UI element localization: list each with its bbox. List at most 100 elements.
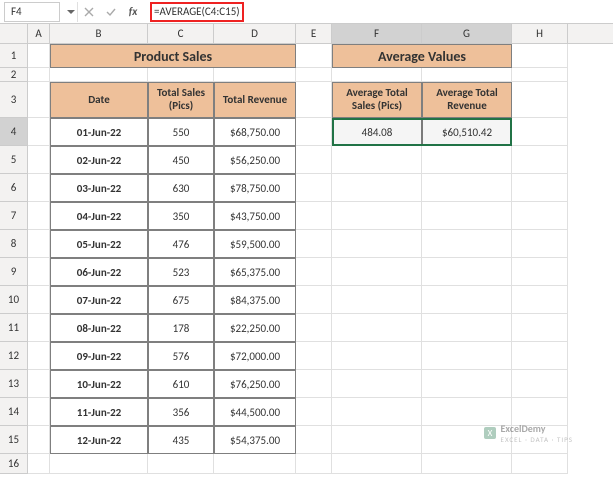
cell[interactable]	[148, 68, 214, 82]
cell[interactable]	[28, 118, 50, 146]
date-cell[interactable]: 09-Jun-22	[50, 342, 148, 370]
col-header-d[interactable]: D	[214, 24, 296, 43]
cell[interactable]	[422, 286, 512, 314]
cell[interactable]	[28, 202, 50, 230]
cell[interactable]	[512, 230, 568, 258]
avg-sales-value[interactable]: 484.08	[332, 118, 422, 146]
cell[interactable]	[332, 68, 422, 82]
row-header[interactable]: 15	[0, 426, 28, 454]
sales-cell[interactable]: 576	[148, 342, 214, 370]
revenue-cell[interactable]: $44,500.00	[214, 398, 296, 426]
header-revenue[interactable]: Total Revenue	[214, 82, 296, 118]
formula-input[interactable]: =AVERAGE(C4:C15)	[144, 2, 613, 22]
col-header-c[interactable]: C	[148, 24, 214, 43]
sales-cell[interactable]: 350	[148, 202, 214, 230]
date-cell[interactable]: 11-Jun-22	[50, 398, 148, 426]
cell[interactable]	[512, 82, 568, 118]
cell[interactable]	[422, 342, 512, 370]
title-product-sales[interactable]: Product Sales	[50, 44, 296, 68]
header-sales[interactable]: Total Sales (Pics)	[148, 82, 214, 118]
cell[interactable]	[422, 370, 512, 398]
date-cell[interactable]: 05-Jun-22	[50, 230, 148, 258]
revenue-cell[interactable]: $43,750.00	[214, 202, 296, 230]
cell[interactable]	[28, 68, 50, 82]
cell[interactable]	[28, 146, 50, 174]
cell[interactable]	[332, 258, 422, 286]
cell[interactable]	[512, 68, 568, 82]
row-header[interactable]: 11	[0, 314, 28, 342]
cancel-icon[interactable]	[78, 2, 100, 22]
revenue-cell[interactable]: $84,375.00	[214, 286, 296, 314]
row-header[interactable]: 10	[0, 286, 28, 314]
cell[interactable]	[512, 174, 568, 202]
row-header[interactable]: 12	[0, 342, 28, 370]
cell[interactable]	[296, 286, 332, 314]
cell[interactable]	[296, 82, 332, 118]
row-header[interactable]: 4	[0, 118, 28, 146]
cell[interactable]	[296, 202, 332, 230]
sales-cell[interactable]: 675	[148, 286, 214, 314]
cell[interactable]	[512, 370, 568, 398]
cell[interactable]	[296, 398, 332, 426]
cell[interactable]	[332, 398, 422, 426]
date-cell[interactable]: 03-Jun-22	[50, 174, 148, 202]
revenue-cell[interactable]: $78,750.00	[214, 174, 296, 202]
cell[interactable]	[296, 370, 332, 398]
cell[interactable]	[332, 286, 422, 314]
cell[interactable]	[512, 342, 568, 370]
cell[interactable]	[28, 44, 50, 68]
cell[interactable]	[332, 454, 422, 474]
cell[interactable]	[332, 370, 422, 398]
col-header-f[interactable]: F	[332, 24, 422, 43]
row-header[interactable]: 13	[0, 370, 28, 398]
revenue-cell[interactable]: $76,250.00	[214, 370, 296, 398]
select-all-corner[interactable]	[0, 24, 28, 43]
sales-cell[interactable]: 610	[148, 370, 214, 398]
cell[interactable]	[28, 426, 50, 454]
cell[interactable]	[332, 202, 422, 230]
revenue-cell[interactable]: $68,750.00	[214, 118, 296, 146]
row-header[interactable]: 1	[0, 44, 28, 68]
cell[interactable]	[28, 258, 50, 286]
revenue-cell[interactable]: $59,500.00	[214, 230, 296, 258]
revenue-cell[interactable]: $72,000.00	[214, 342, 296, 370]
cell[interactable]	[512, 286, 568, 314]
row-header[interactable]: 3	[0, 82, 28, 118]
row-header[interactable]: 5	[0, 146, 28, 174]
col-header-g[interactable]: G	[422, 24, 512, 43]
cell[interactable]	[28, 174, 50, 202]
col-header-e[interactable]: E	[296, 24, 332, 43]
cell[interactable]	[332, 146, 422, 174]
date-cell[interactable]: 06-Jun-22	[50, 258, 148, 286]
cell[interactable]	[422, 314, 512, 342]
cell[interactable]	[296, 342, 332, 370]
sales-cell[interactable]: 435	[148, 426, 214, 454]
name-box[interactable]: F4	[4, 2, 60, 22]
cell[interactable]	[296, 118, 332, 146]
cell[interactable]	[50, 68, 148, 82]
cell[interactable]	[332, 230, 422, 258]
revenue-cell[interactable]: $22,250.00	[214, 314, 296, 342]
header-date[interactable]: Date	[50, 82, 148, 118]
date-cell[interactable]: 02-Jun-22	[50, 146, 148, 174]
col-header-b[interactable]: B	[50, 24, 148, 43]
sales-cell[interactable]: 476	[148, 230, 214, 258]
revenue-cell[interactable]: $56,250.00	[214, 146, 296, 174]
sales-cell[interactable]: 550	[148, 118, 214, 146]
cell[interactable]	[512, 44, 568, 68]
cell[interactable]	[214, 68, 296, 82]
cell[interactable]	[296, 314, 332, 342]
cell[interactable]	[422, 258, 512, 286]
cell[interactable]	[512, 258, 568, 286]
cell[interactable]	[422, 68, 512, 82]
cell[interactable]	[28, 230, 50, 258]
sales-cell[interactable]: 630	[148, 174, 214, 202]
cell[interactable]	[296, 174, 332, 202]
header-avg-revenue[interactable]: Average Total Revenue	[422, 82, 512, 118]
row-header[interactable]: 14	[0, 398, 28, 426]
cell[interactable]	[28, 82, 50, 118]
cell[interactable]	[28, 342, 50, 370]
cell[interactable]	[296, 426, 332, 454]
header-avg-sales[interactable]: Average Total Sales (Pics)	[332, 82, 422, 118]
cell[interactable]	[512, 454, 568, 474]
